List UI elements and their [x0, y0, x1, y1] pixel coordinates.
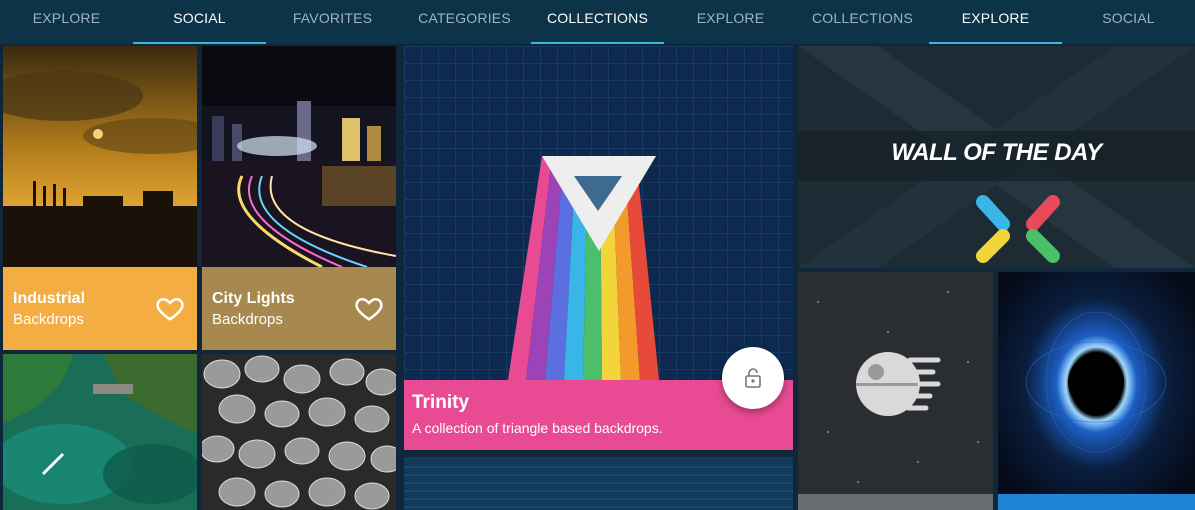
tab-favorites[interactable]: FAVORITES [266, 0, 399, 44]
city-lights-image [202, 46, 396, 269]
black-hole-image [998, 272, 1195, 510]
heart-icon[interactable] [354, 293, 384, 323]
lock-open-icon [745, 368, 761, 388]
death-star-caption-strip [798, 494, 993, 510]
tab-explore-3[interactable]: EXPLORE [929, 0, 1062, 44]
black-hole-caption-strip [998, 494, 1195, 510]
trinity-image [404, 46, 793, 380]
tab-explore[interactable]: EXPLORE [0, 0, 133, 44]
leaves-image [202, 354, 396, 510]
leaves-wallpaper[interactable] [202, 354, 396, 510]
top-tab-bar: EXPLORE SOCIAL FAVORITES CATEGORIES COLL… [0, 0, 1195, 44]
tab-social[interactable]: SOCIAL [133, 0, 266, 44]
city-lights-caption: City Lights Backdrops [202, 267, 396, 350]
tab-explore-2[interactable]: EXPLORE [664, 0, 797, 44]
wall-of-the-day-label: WALL OF THE DAY [891, 139, 1102, 166]
black-hole-wallpaper[interactable] [998, 272, 1195, 510]
trinity-collection-card[interactable] [404, 46, 793, 380]
industrial-caption: Industrial Backdrops [3, 267, 197, 350]
trinity-subtitle: A collection of triangle based backdrops… [412, 420, 663, 436]
aerial-coast-wallpaper[interactable] [3, 354, 197, 510]
tab-collections-2[interactable]: COLLECTIONS [796, 0, 929, 44]
tab-collections[interactable]: COLLECTIONS [531, 0, 664, 44]
unlock-button[interactable] [722, 347, 784, 409]
industrial-collection-card[interactable]: Industrial Backdrops [3, 46, 197, 350]
next-collection-preview[interactable] [404, 457, 793, 510]
heart-icon[interactable] [155, 293, 185, 323]
lines-pattern-image [404, 466, 793, 508]
death-star-wallpaper[interactable] [798, 272, 993, 510]
aerial-coast-image [3, 354, 197, 510]
tab-social-2[interactable]: SOCIAL [1062, 0, 1195, 44]
death-star-image [798, 272, 993, 510]
city-lights-collection-card[interactable]: City Lights Backdrops [202, 46, 396, 350]
tab-categories[interactable]: CATEGORIES [398, 0, 531, 44]
industrial-image [3, 46, 197, 267]
